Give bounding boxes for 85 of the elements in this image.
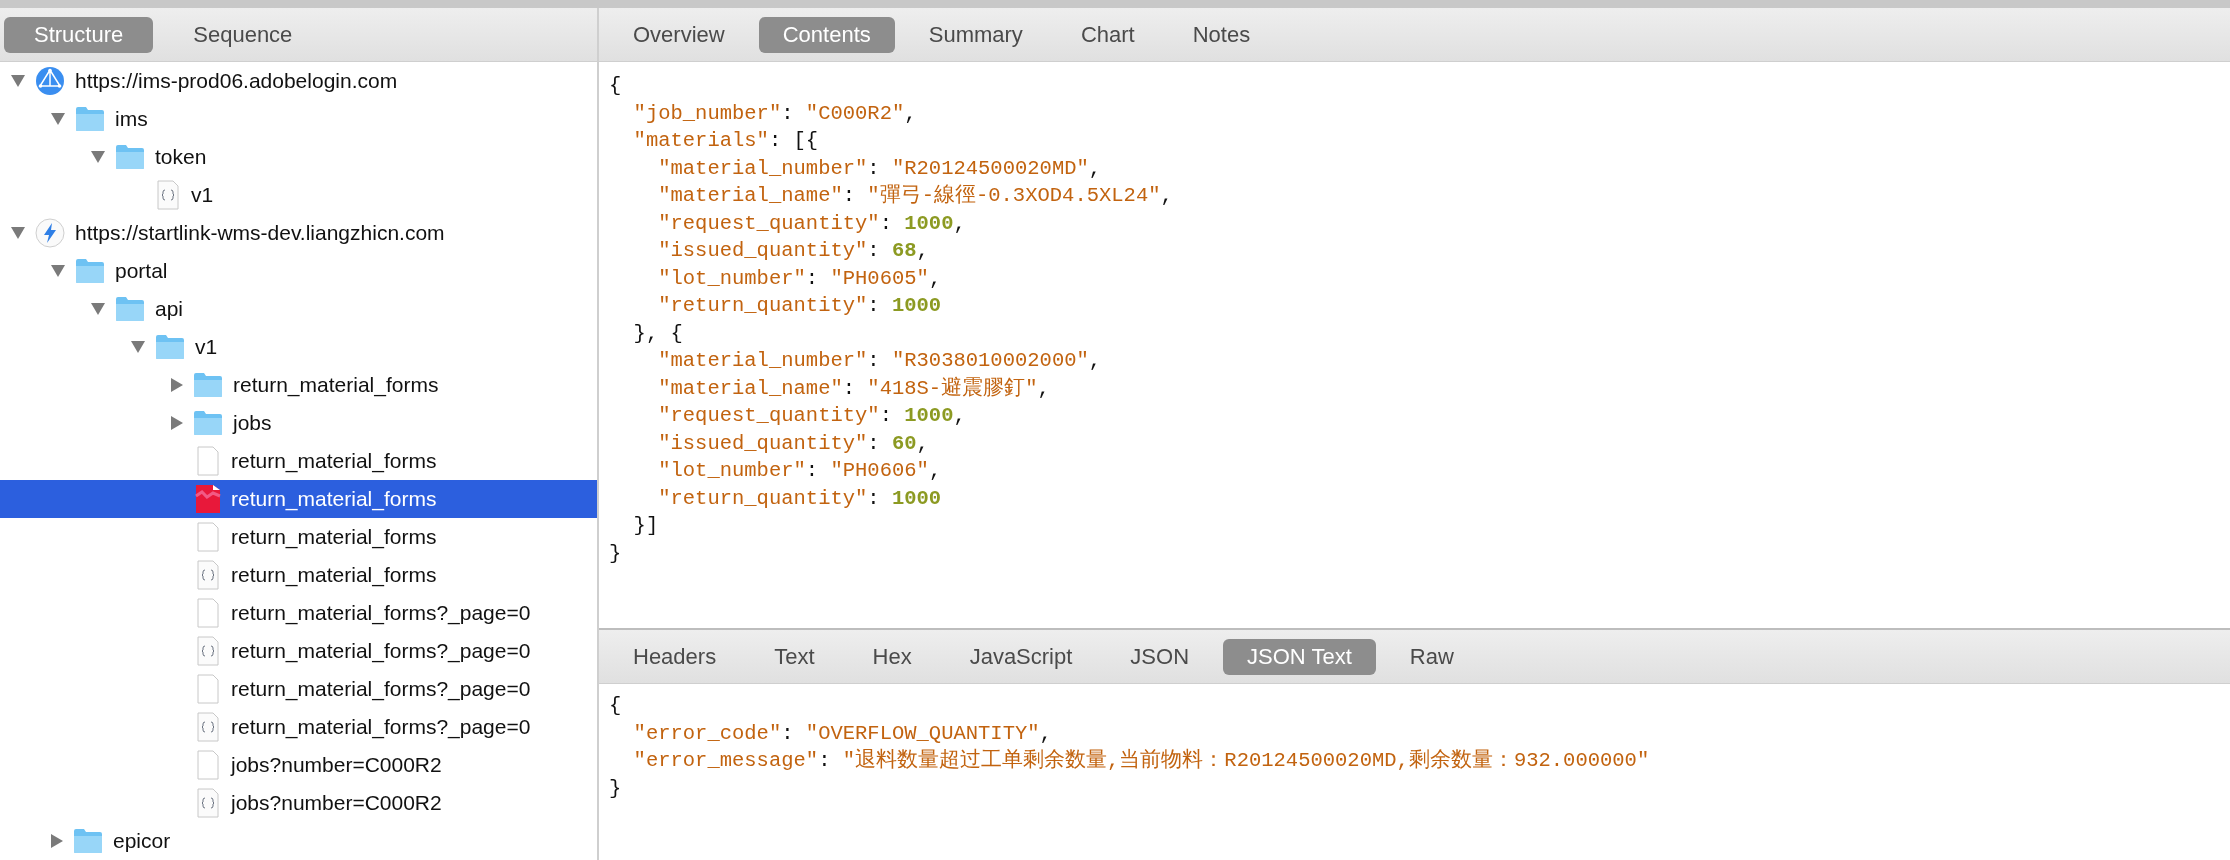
collapse-arrow-icon[interactable] xyxy=(130,340,146,354)
collapse-arrow-icon[interactable] xyxy=(90,150,106,164)
tree-item[interactable]: return_material_forms?_page=0 xyxy=(0,632,597,670)
tab[interactable]: Text xyxy=(750,638,839,675)
code-line: { xyxy=(609,73,622,99)
tree-item[interactable]: epicor xyxy=(0,822,597,860)
document-icon xyxy=(195,446,221,476)
tab[interactable]: Overview xyxy=(609,16,749,53)
tab[interactable]: Notes xyxy=(1168,16,1275,53)
tab[interactable]: Hex xyxy=(848,638,936,675)
tab[interactable]: Headers xyxy=(609,638,741,675)
code-file-icon xyxy=(195,788,221,818)
code-line: "material_number": "R20124500020MD", xyxy=(657,155,1102,182)
collapse-arrow-icon[interactable] xyxy=(10,226,26,240)
code-line: "error_message": "退料数量超过工单剩余数量,当前物料：R20124500020MD,剩余数量：932.000000" xyxy=(632,747,1650,774)
document-icon xyxy=(195,598,221,628)
tree-item[interactable]: https://startlink-wms-dev.liangzhicn.com xyxy=(0,214,597,252)
expand-arrow-icon[interactable] xyxy=(50,833,64,849)
code-line: "request_quantity": 1000, xyxy=(657,210,966,237)
tree-item[interactable]: return_material_forms xyxy=(0,518,597,556)
code-line: "job_number": "C000R2", xyxy=(632,100,917,127)
tree-item[interactable]: portal xyxy=(0,252,597,290)
code-line: "return_quantity": 1000 xyxy=(657,293,942,319)
code-file-icon xyxy=(195,712,221,742)
folder-icon xyxy=(73,828,103,854)
folder-icon xyxy=(115,296,145,322)
code-file-icon xyxy=(155,180,181,210)
tree-item[interactable]: api xyxy=(0,290,597,328)
code-line: "issued_quantity": 60, xyxy=(657,430,929,457)
tree-item[interactable]: return_material_forms xyxy=(0,442,597,480)
document-icon xyxy=(195,674,221,704)
tree-item[interactable]: v1 xyxy=(0,176,597,214)
tree-item[interactable]: return_material_forms xyxy=(0,556,597,594)
code-line: "materials": [{ xyxy=(632,128,819,154)
code-line: "material_name": "彈弓-線徑-0.3XOD4.5XL24", xyxy=(657,183,1173,209)
tree-item[interactable]: return_material_forms xyxy=(0,480,597,518)
code-line: "request_quantity": 1000, xyxy=(657,403,966,429)
code-line: }, { xyxy=(632,320,683,347)
tab[interactable]: Summary xyxy=(904,16,1047,53)
tree-item[interactable]: v1 xyxy=(0,328,597,366)
tree-item[interactable]: jobs?number=C000R2 xyxy=(0,746,597,784)
folder-icon xyxy=(75,106,105,132)
tree-item[interactable]: jobs?number=C000R2 xyxy=(0,784,597,822)
folder-icon xyxy=(193,372,223,398)
tree-item[interactable]: return_material_forms?_page=0 xyxy=(0,594,597,632)
code-line: "issued_quantity": 68, xyxy=(657,238,929,264)
folder-icon xyxy=(115,144,145,170)
folder-icon xyxy=(193,410,223,436)
folder-icon xyxy=(75,258,105,284)
code-line: "error_code": "OVERFLOW_QUANTITY", xyxy=(632,720,1052,747)
code-file-icon xyxy=(195,636,221,666)
document-icon xyxy=(195,750,221,780)
document-icon xyxy=(195,522,221,552)
tab[interactable]: JavaScript xyxy=(945,638,1097,675)
collapse-arrow-icon[interactable] xyxy=(10,74,26,88)
tree-item[interactable]: https://ims-prod06.adobelogin.com xyxy=(0,62,597,100)
expand-arrow-icon[interactable] xyxy=(170,377,184,393)
lightning-bolt-icon xyxy=(35,218,65,248)
code-file-icon xyxy=(195,560,221,590)
globe-icon xyxy=(35,66,65,96)
tab[interactable]: JSON xyxy=(1106,638,1214,675)
code-line: } xyxy=(609,540,622,567)
tab[interactable]: Raw xyxy=(1385,638,1478,675)
tab[interactable]: Sequence xyxy=(163,16,323,53)
code-line: "return_quantity": 1000 xyxy=(657,485,942,512)
code-line: "material_name": "418S-避震膠釘", xyxy=(657,375,1050,402)
tree-item[interactable]: return_material_forms?_page=0 xyxy=(0,670,597,708)
broken-file-icon xyxy=(195,484,221,514)
code-line: } xyxy=(609,775,622,802)
code-line: { xyxy=(609,693,622,719)
code-line: }] xyxy=(632,513,659,539)
tree-item[interactable]: ims xyxy=(0,100,597,138)
tree-item[interactable]: return_material_forms xyxy=(0,366,597,404)
code-line: "lot_number": "PH0606", xyxy=(657,458,942,484)
expand-arrow-icon[interactable] xyxy=(170,415,184,431)
tree-item[interactable]: jobs xyxy=(0,404,597,442)
tab[interactable]: Chart xyxy=(1056,16,1159,53)
collapse-arrow-icon[interactable] xyxy=(50,264,66,278)
code-line: "lot_number": "PH0605", xyxy=(657,265,942,292)
tree-item[interactable]: token xyxy=(0,138,597,176)
tree-item[interactable]: return_material_forms?_page=0 xyxy=(0,708,597,746)
collapse-arrow-icon[interactable] xyxy=(50,112,66,126)
collapse-arrow-icon[interactable] xyxy=(90,302,106,316)
code-line: "material_number": "R3038010002000", xyxy=(657,348,1102,374)
folder-icon xyxy=(155,334,185,360)
